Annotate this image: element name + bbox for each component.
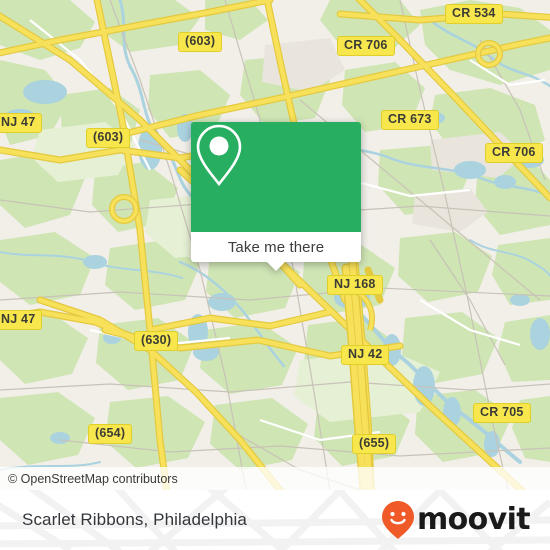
location-callout-card[interactable]: Take me there [191,122,361,271]
map-label-603-west[interactable]: (603) [86,128,131,148]
map-label-655[interactable]: (655) [352,434,397,454]
moovit-brand[interactable]: moovit [381,490,531,550]
map-label-cr-534[interactable]: CR 534 [445,4,503,24]
callout-card-header [191,122,361,232]
map-label-nj-42[interactable]: NJ 42 [341,345,390,365]
map-pin-icon [196,124,242,187]
place-name-label: Scarlet Ribbons, Philadelphia [22,490,247,550]
footer-bar: Scarlet Ribbons, Philadelphia moovit [0,490,550,550]
map-label-cr-706-north[interactable]: CR 706 [337,36,395,56]
place-name-text: Scarlet Ribbons, Philadelphia [22,510,247,529]
map-label-630[interactable]: (630) [134,331,179,351]
map-label-654[interactable]: (654) [88,424,133,444]
take-me-there-label: Take me there [227,238,325,256]
moovit-smiley-pin-icon [381,501,414,539]
map-label-cr-705[interactable]: CR 705 [473,403,531,423]
map-label-nj-47-south[interactable]: NJ 47 [0,310,43,330]
moovit-wordmark: moovit [416,502,531,537]
map-label-nj-168[interactable]: NJ 168 [327,275,383,295]
osm-attribution-text[interactable]: © OpenStreetMap contributors [0,472,178,486]
map-label-603-north[interactable]: (603) [178,32,223,52]
callout-card-action[interactable]: Take me there [191,232,361,262]
map-attribution-bar: © OpenStreetMap contributors [0,467,550,490]
map-label-cr-673[interactable]: CR 673 [381,110,439,130]
map-screenshot-page: CR 534 CR 706 (603) CR 673 (603) CR 706 … [0,0,550,550]
map-canvas[interactable]: CR 534 CR 706 (603) CR 673 (603) CR 706 … [0,0,550,490]
map-label-nj-47-north[interactable]: NJ 47 [0,113,43,133]
map-label-cr-706-east[interactable]: CR 706 [485,143,543,163]
callout-card-tail [266,261,286,271]
